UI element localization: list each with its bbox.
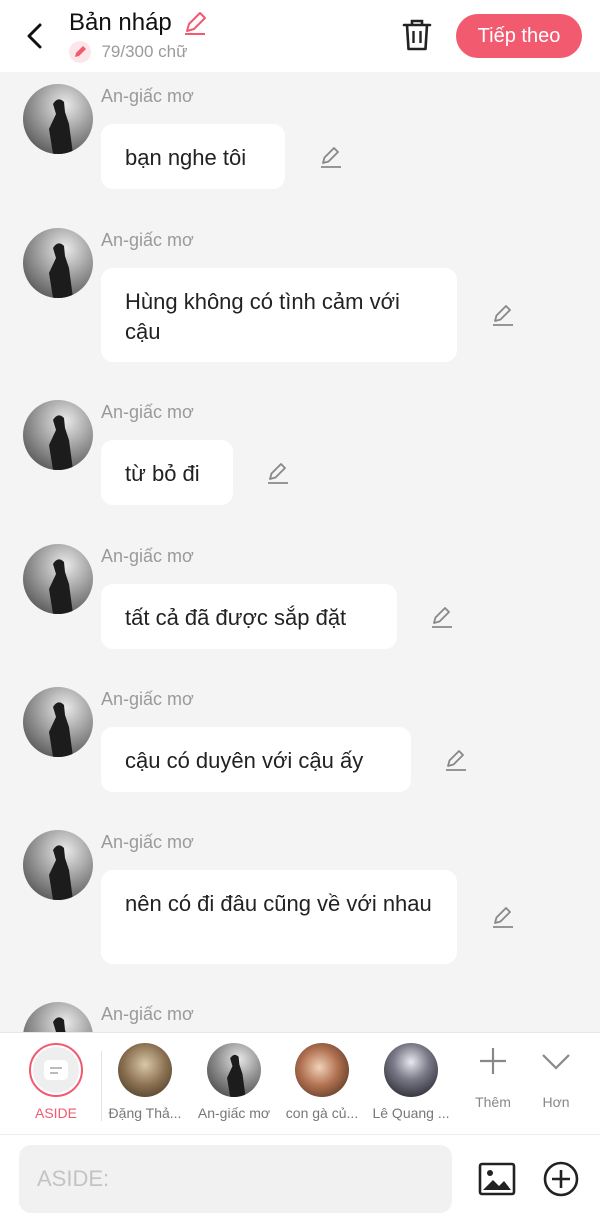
pencil-icon [185,12,207,35]
edit-message-button[interactable] [265,460,291,486]
more-label: Hơn [542,1094,570,1110]
sender-name: An-giấc mơ [101,1004,194,1024]
sender-name: An-giấc mơ [101,546,194,566]
pencil-icon [493,907,513,928]
message-bubble[interactable]: cậu có duyên với cậu ấy [101,727,411,792]
next-button[interactable]: Tiếp theo [456,14,582,58]
add-character-button[interactable]: Thêm [463,1045,523,1110]
more-button[interactable]: Hơn [526,1045,586,1110]
message-bubble[interactable]: tất cả đã được sắp đặt [101,584,397,649]
edit-message-button[interactable] [318,144,344,170]
edit-title-button[interactable] [182,10,208,36]
message-text: Hùng không có tình cảm với cậu [125,289,400,344]
aside-avatar [29,1043,83,1097]
insert-image-button[interactable] [477,1159,517,1199]
message-text: bạn nghe tôi [125,145,247,170]
sender-name: An-giấc mơ [101,230,194,250]
pencil-icon [268,463,288,484]
message-bubble[interactable]: nên có đi đâu cũng về với nhau [101,870,457,964]
sender-name: An-giấc mơ [101,832,194,852]
character-item[interactable]: An-giấc mơ [189,1043,279,1121]
message-bubble[interactable]: từ bỏ đi [101,440,233,505]
title-block: Bản nháp 79/300 chữ [69,9,208,65]
plus-circle-icon [543,1161,579,1197]
pencil-icon [432,607,452,628]
message-bubble[interactable]: Hùng không có tình cảm với cậu [101,268,457,362]
message-icon [44,1060,68,1080]
person-silhouette-icon [49,99,73,154]
chevron-down-icon [542,1054,570,1070]
edit-message-button[interactable] [429,604,455,630]
word-count-badge [69,41,91,63]
person-silhouette-icon [49,243,73,298]
character-item[interactable]: Lê Quang ... [366,1043,456,1121]
plus-icon [480,1048,506,1074]
character-aside[interactable]: ASIDE [11,1043,101,1121]
edit-message-button[interactable] [490,302,516,328]
back-button[interactable] [18,18,54,54]
person-silhouette-icon [49,415,73,470]
avatar[interactable] [23,228,93,298]
character-item[interactable]: con gà củ... [277,1043,367,1121]
avatar[interactable] [23,84,93,154]
person-silhouette-icon [49,845,73,900]
avatar[interactable] [23,687,93,757]
page-title: Bản nháp [69,9,172,36]
avatar[interactable] [23,830,93,900]
person-silhouette-icon [49,702,73,757]
character-name: Đặng Thả... [108,1105,182,1121]
sender-name: An-giấc mơ [101,689,194,709]
sender-name: An-giấc mơ [101,402,194,422]
message-text: cậu có duyên với cậu ấy [125,748,364,773]
pencil-icon [493,305,513,326]
add-button[interactable] [541,1159,581,1199]
chevron-left-icon [27,23,42,49]
delete-button[interactable] [398,16,436,54]
message-text: nên có đi đâu cũng về với nhau [125,891,432,916]
character-selector: ASIDE Đặng Thả... An-giấc mơ con gà củ..… [0,1032,600,1135]
image-icon [478,1162,516,1196]
word-count: 79/300 chữ [101,42,188,61]
person-silhouette-icon [49,559,73,614]
top-bar: Bản nháp 79/300 chữ Tiếp theo [0,0,600,72]
sender-name: An-giấc mơ [101,86,194,106]
pencil-icon [75,46,86,57]
trash-icon [402,19,432,51]
avatar [295,1043,349,1097]
edit-message-button[interactable] [443,747,469,773]
pencil-icon [446,750,466,771]
message-input[interactable] [19,1145,452,1213]
character-name: con gà củ... [285,1105,359,1121]
pencil-icon [321,147,341,168]
character-name: Lê Quang ... [372,1105,450,1121]
composer-bar [0,1134,600,1225]
message-text: tất cả đã được sắp đặt [125,605,347,630]
edit-message-button[interactable] [490,904,516,930]
avatar[interactable] [23,400,93,470]
person-silhouette-icon [227,1054,246,1097]
character-name: An-giấc mơ [197,1105,271,1121]
avatar [207,1043,261,1097]
character-item[interactable]: Đặng Thả... [100,1043,190,1121]
avatar [118,1043,172,1097]
avatar [384,1043,438,1097]
character-name: ASIDE [34,1105,77,1121]
avatar[interactable] [23,544,93,614]
message-text: từ bỏ đi [125,461,200,486]
add-label: Thêm [475,1094,511,1110]
message-bubble[interactable]: bạn nghe tôi [101,124,285,189]
